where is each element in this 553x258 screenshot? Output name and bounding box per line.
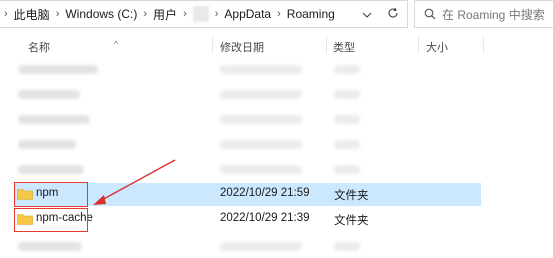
annotation-arrow [93,159,176,205]
